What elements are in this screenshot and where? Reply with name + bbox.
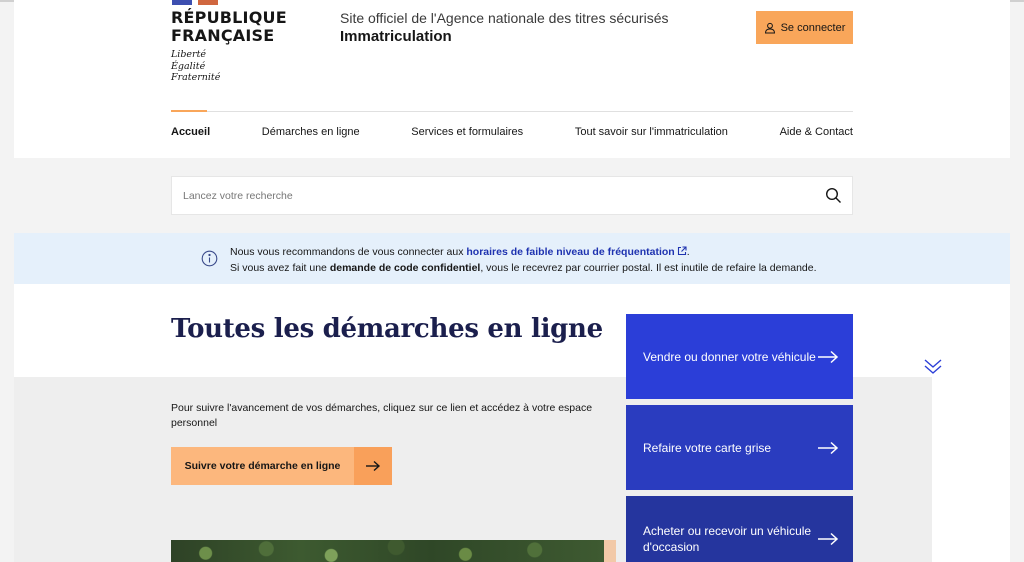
site-identity[interactable]: Site officiel de l'Agence nationale des … (340, 10, 669, 46)
nav-divider (171, 111, 853, 112)
low-traffic-hours-link[interactable]: horaires de faible niveau de fréquentati… (466, 246, 687, 258)
card-sell-vehicle-label: Vendre ou donner votre véhicule (643, 349, 816, 364)
search-box (171, 176, 853, 215)
card-replace-registration[interactable]: Refaire votre carte grise (626, 405, 853, 490)
nav-item-accueil[interactable]: Accueil (171, 126, 210, 138)
motto-fraternite: Fraternité (171, 72, 221, 83)
track-procedure-button[interactable]: Suivre votre démarche en ligne (171, 447, 392, 485)
aerial-photo (171, 540, 604, 562)
external-link-icon (677, 246, 687, 256)
info-line-2-end: , vous le recevrez par courrier postal. … (480, 261, 817, 274)
nav-item-tout-savoir[interactable]: Tout savoir sur l'immatriculation (575, 126, 728, 138)
republique-francaise-logo[interactable]: RÉPUBLIQUE FRANÇAISE Liberté Égalité Fra… (171, 9, 287, 84)
card-buy-used-vehicle[interactable]: Acheter ou recevoir un véhicule d'occasi… (626, 496, 853, 562)
nav-item-demarches[interactable]: Démarches en ligne (262, 126, 360, 138)
info-line-2-text: Si vous avez fait une (230, 261, 330, 274)
low-traffic-hours-link-label: horaires de faible niveau de fréquentati… (466, 246, 675, 258)
motto: Liberté Égalité Fraternité (171, 49, 287, 84)
card-replace-registration-label: Refaire votre carte grise (643, 440, 772, 455)
nav-active-indicator (171, 110, 207, 112)
double-chevron-down-icon[interactable] (923, 357, 943, 375)
page: RÉPUBLIQUE FRANÇAISE Liberté Égalité Fra… (14, 0, 1010, 562)
brand-line-1: RÉPUBLIQUE (171, 8, 287, 27)
main-nav: Accueil Démarches en ligne Services et f… (171, 126, 853, 138)
marianne-logo-strip (172, 0, 218, 5)
arrow-right-icon (354, 447, 392, 485)
search-input[interactable] (172, 177, 812, 214)
info-line-2: Si vous avez fait une demande de code co… (230, 261, 817, 277)
login-button[interactable]: Se connecter (756, 11, 853, 44)
arrow-right-icon (818, 532, 839, 545)
card-buy-used-vehicle-label: Acheter ou recevoir un véhicule d'occasi… (643, 523, 812, 554)
user-icon (764, 22, 775, 33)
search-band (14, 158, 1010, 233)
photo-accent (604, 540, 616, 562)
search-icon[interactable] (825, 187, 842, 204)
site-title: Immatriculation (340, 28, 452, 45)
nav-item-aide[interactable]: Aide & Contact (780, 126, 853, 138)
info-line-1-text: Nous vous recommandons de vous connecter… (230, 246, 467, 258)
info-banner: Nous vous recommandons de vous connecter… (14, 233, 1010, 284)
nav-item-services[interactable]: Services et formulaires (411, 126, 523, 138)
info-text: Nous vous recommandons de vous connecter… (230, 245, 817, 276)
login-label: Se connecter (780, 21, 846, 34)
code-confidentiel-bold: demande de code confidentiel (329, 261, 481, 274)
page-title: Toutes les démarches en ligne (171, 314, 603, 344)
site-description: Site officiel de l'Agence nationale des … (340, 10, 669, 26)
brand-line-2: FRANÇAISE (171, 26, 275, 45)
arrow-right-icon (818, 441, 839, 454)
tracking-description: Pour suivre l'avancement de vos démarche… (171, 402, 593, 429)
info-line-1: Nous vous recommandons de vous connecter… (230, 245, 817, 261)
arrow-right-icon (818, 350, 839, 363)
info-line-1-end: . (686, 246, 690, 258)
info-icon (201, 250, 218, 267)
motto-egalite: Égalité (171, 60, 206, 72)
card-sell-vehicle[interactable]: Vendre ou donner votre véhicule (626, 314, 853, 399)
motto-liberte: Liberté (171, 49, 207, 60)
track-procedure-label: Suivre votre démarche en ligne (171, 447, 354, 485)
